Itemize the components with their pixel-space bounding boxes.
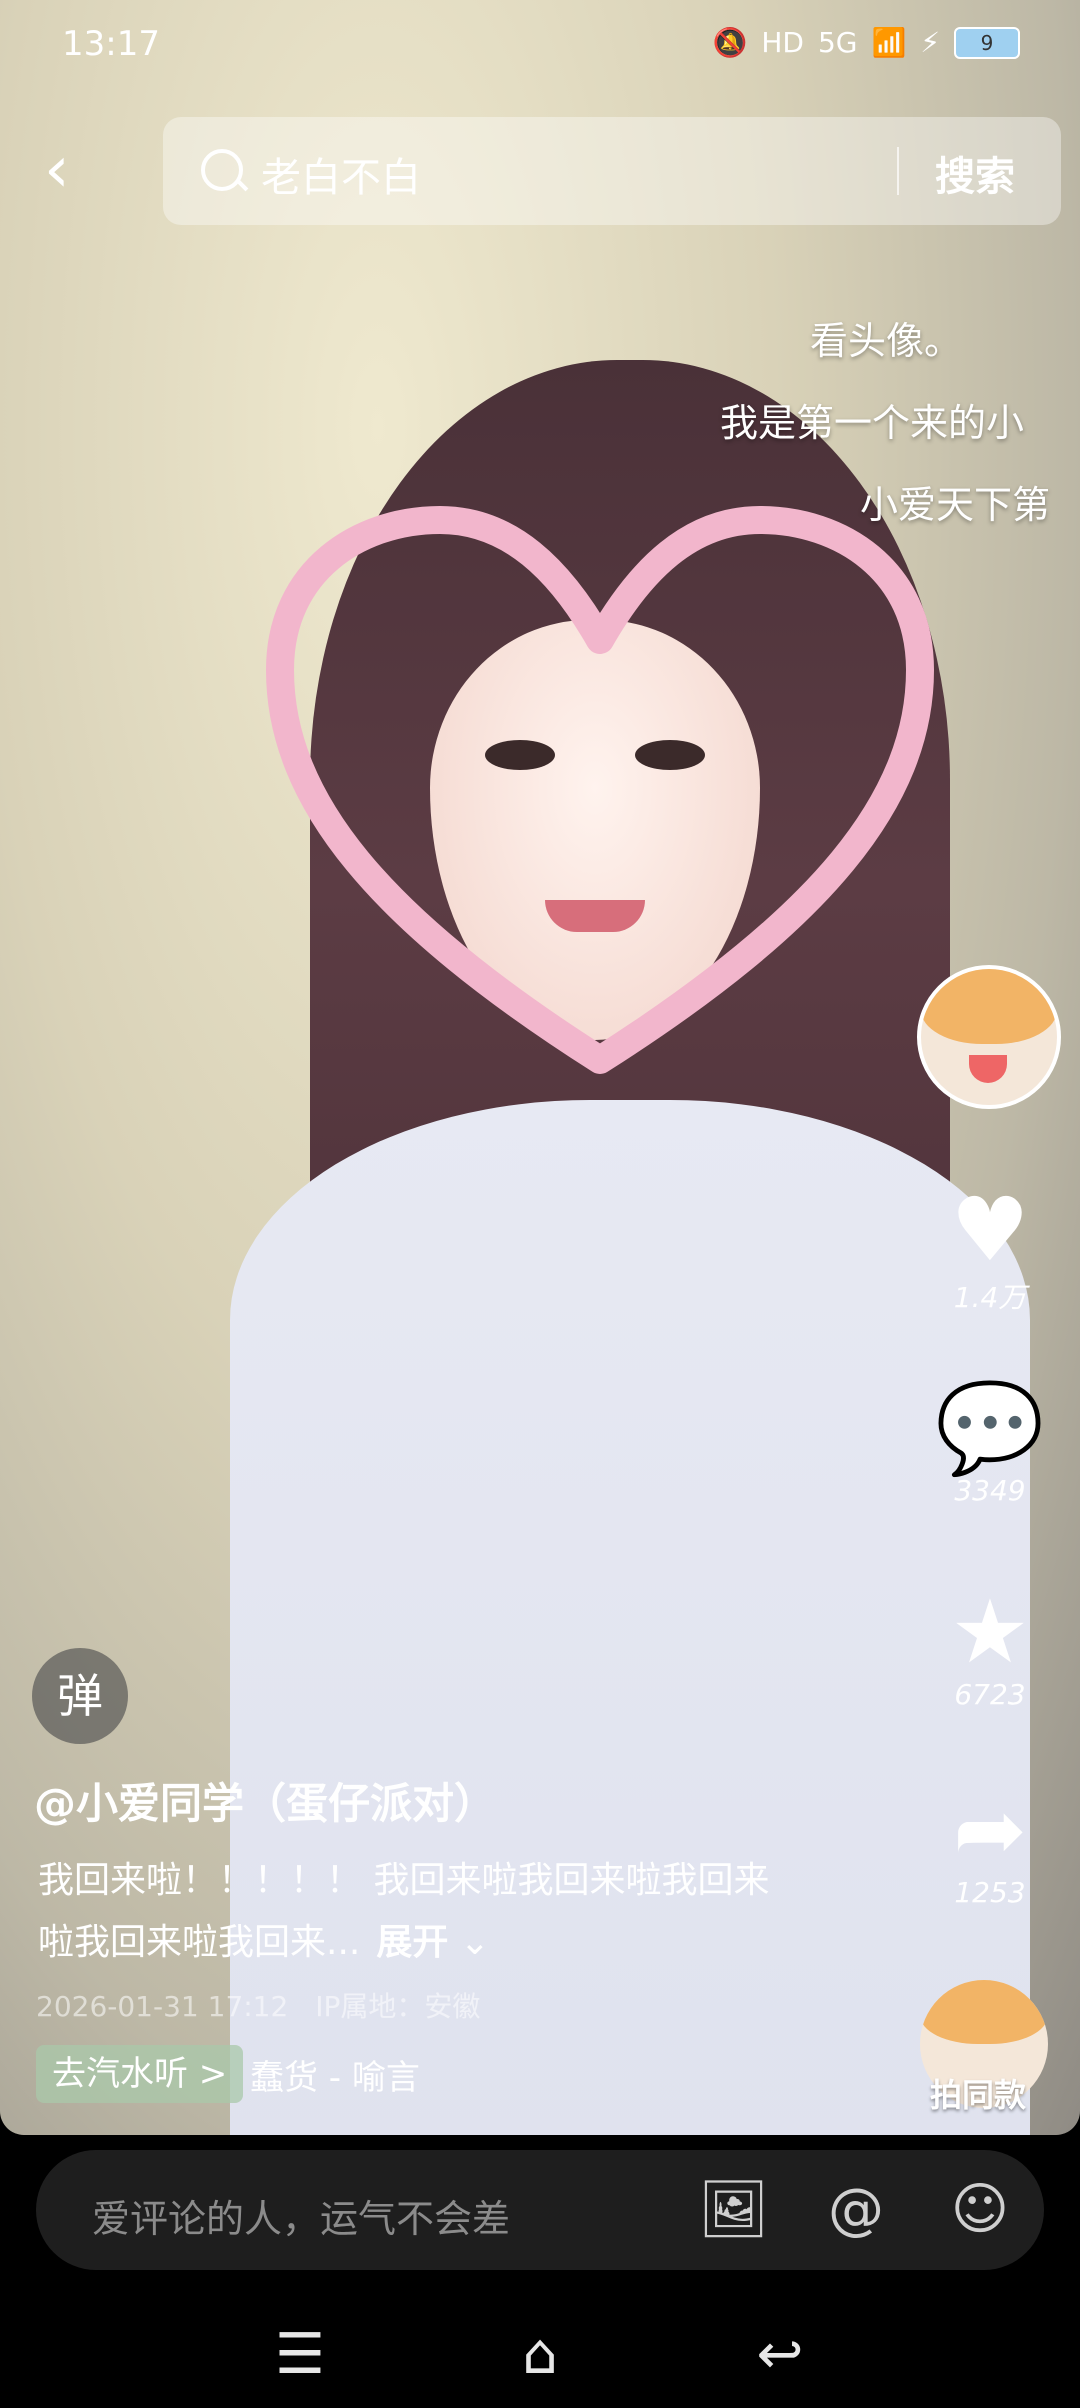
battery-icon: 9 (954, 26, 1020, 59)
favorite-action[interactable]: ★ 6723 (930, 1582, 1050, 1712)
back-nav-icon[interactable]: ↩ (740, 2320, 820, 2390)
home-icon[interactable]: ⌂ (500, 2320, 580, 2390)
post-ip: IP属地：安徽 (315, 1990, 481, 2023)
mute-icon: 🔕 (712, 26, 748, 59)
back-icon[interactable]: ‹ (44, 135, 104, 205)
comment-input[interactable]: 爱评论的人，运气不会差 (92, 2188, 510, 2243)
heart-icon[interactable]: ♥ (930, 1180, 1050, 1280)
chevron-down-icon[interactable]: ⌄ (448, 1922, 490, 1963)
overlay-line-1: 看头像。 (810, 319, 963, 363)
avatar-hair (921, 969, 1057, 1044)
share-icon[interactable]: ➦ (930, 1780, 1050, 1880)
expand-link[interactable]: 展开 (376, 1922, 448, 1963)
comment-action[interactable]: 💬 3349 (930, 1378, 1050, 1508)
status-bar: 13:17 🔕 HD 5G 📶 ⚡ 9 (0, 0, 1080, 96)
author-name[interactable]: @小爱同学（蛋仔派对） (34, 1770, 496, 1831)
video-overlay-text: 看头像。 我是第一个来的小 小爱天下第 (720, 300, 1080, 546)
status-time: 13:17 (62, 24, 160, 64)
music-title[interactable]: 蠢货 - 喻言 (250, 2050, 420, 2099)
search-divider (897, 147, 899, 195)
image-icon[interactable]: 🖼 (698, 2176, 769, 2244)
like-action[interactable]: ♥ 1.4万 (930, 1180, 1050, 1316)
overlay-line-2: 我是第一个来的小 (720, 401, 1025, 445)
search-box[interactable]: 老白不白 搜索 (163, 117, 1061, 225)
post-description: 我回来啦！！！！！ 我回来啦我回来啦我回来啦我回来啦我回来... 展开 ⌄ (38, 1850, 798, 1974)
favorite-count: 6723 (954, 1678, 1026, 1711)
video-subject-body (230, 1100, 1030, 2135)
system-nav-bar: ☰ ⌂ ↩ (0, 2300, 1080, 2408)
search-icon (201, 149, 243, 191)
search-button[interactable]: 搜索 (935, 144, 1015, 202)
status-icons: 🔕 HD 5G 📶 ⚡ 9 (712, 26, 1020, 59)
comment-bar[interactable]: 爱评论的人，运气不会差 🖼 @ ☺ (36, 2150, 1044, 2270)
danmu-toggle[interactable]: 弹 (32, 1648, 128, 1744)
share-action[interactable]: ➦ 1253 (930, 1780, 1050, 1910)
search-input[interactable]: 老白不白 (261, 145, 421, 203)
post-meta: 2026-01-31 17:12 IP属地：安徽 (36, 1985, 480, 2025)
avatar-hair (920, 1980, 1048, 2044)
star-icon[interactable]: ★ (930, 1582, 1050, 1682)
same-style-button[interactable]: 拍同款 (930, 2070, 1026, 2116)
overlay-line-3: 小爱天下第 (860, 483, 1051, 527)
creator-avatar[interactable] (917, 965, 1061, 1109)
like-count: 1.4万 (953, 1281, 1027, 1314)
comment-icon[interactable]: 💬 (930, 1378, 1050, 1478)
hd-icon: HD (761, 26, 804, 59)
mention-icon[interactable]: @ (822, 2176, 890, 2244)
share-count: 1253 (954, 1876, 1026, 1909)
heart-sticker-icon (266, 506, 934, 1074)
wifi-icon: 📶 (871, 26, 907, 59)
avatar-mouth (969, 1055, 1007, 1083)
menu-icon[interactable]: ☰ (260, 2320, 340, 2390)
charging-icon: ⚡ (920, 26, 940, 59)
video-player[interactable]: 看头像。 我是第一个来的小 小爱天下第 13:17 🔕 HD 5G 📶 ⚡ 9 … (0, 0, 1080, 2135)
music-app-link[interactable]: 去汽水听 > (36, 2045, 244, 2103)
network-label: 5G (817, 26, 858, 59)
post-datetime: 2026-01-31 17:12 (36, 1990, 289, 2023)
emoji-icon[interactable]: ☺ (946, 2176, 1014, 2244)
